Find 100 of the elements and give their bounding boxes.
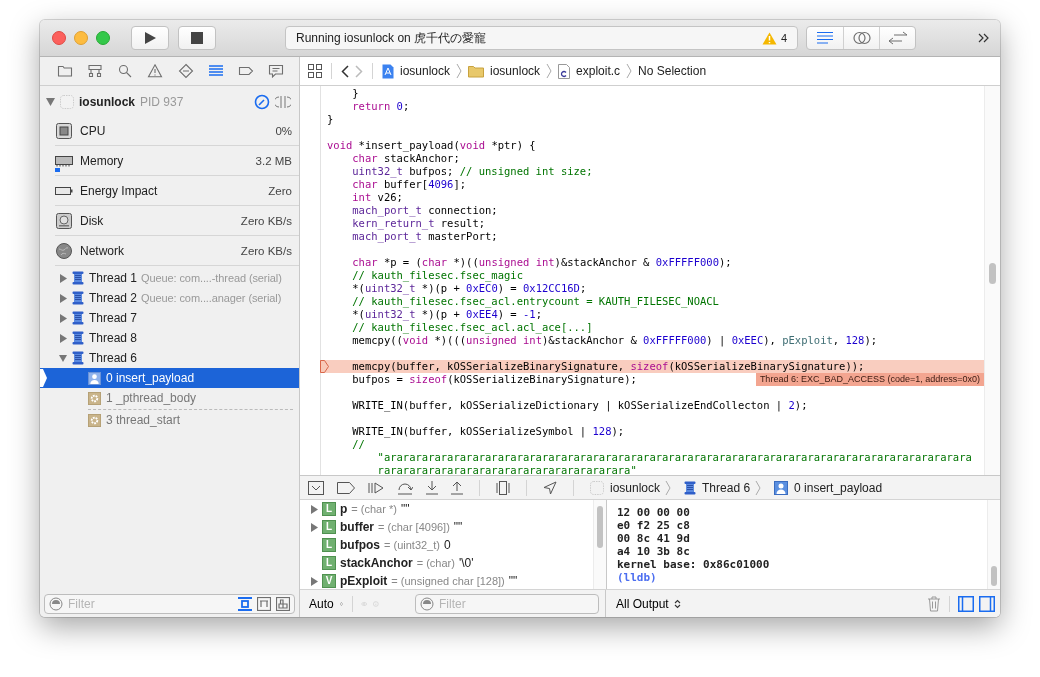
thread-label[interactable]: Thread 2 — [89, 291, 138, 305]
path-item[interactable]: iosunlock — [400, 64, 451, 78]
code-line: *(uint32_t *)(p + 0xEE4) = -1; — [351, 308, 542, 321]
filter-input[interactable]: Filter — [439, 596, 594, 611]
view-layers-icon[interactable] — [496, 480, 510, 495]
stop-button[interactable] — [178, 26, 216, 50]
disclosure-triangle[interactable] — [310, 522, 318, 532]
variable-type: = (uint32_t) — [384, 539, 440, 551]
app-icon — [590, 480, 604, 495]
gauge-value: Zero KB/s — [240, 244, 292, 257]
path-item[interactable]: 0 insert_payload — [794, 480, 883, 495]
zoom-button[interactable] — [96, 31, 110, 45]
variable-value: 0 — [443, 538, 451, 552]
frame-square-icon[interactable] — [238, 596, 252, 611]
path-item[interactable]: No Selection — [638, 64, 707, 78]
gauge-label[interactable]: Energy Impact — [80, 183, 262, 198]
thread-label[interactable]: Thread 8 — [89, 331, 138, 345]
scrollbar-thumb[interactable] — [597, 506, 603, 548]
disclosure-triangle[interactable] — [59, 353, 67, 363]
scope-popup[interactable]: Auto — [309, 596, 334, 611]
lines-icon — [816, 31, 834, 45]
location-icon[interactable] — [543, 480, 557, 495]
navigator-tab[interactable] — [267, 63, 284, 79]
disclosure-triangle[interactable] — [59, 293, 67, 303]
tree-icon[interactable] — [257, 596, 271, 611]
tag-icon[interactable] — [337, 481, 355, 494]
disclosure-triangle[interactable] — [59, 333, 67, 343]
navigator-tab[interactable] — [177, 63, 194, 79]
disclosure-triangle[interactable] — [59, 313, 67, 323]
navigator-tab[interactable] — [57, 63, 74, 79]
instruction-pointer-icon — [40, 369, 48, 387]
gauge-label[interactable]: Disk — [80, 213, 234, 228]
panel-toggle-icon[interactable] — [979, 595, 995, 612]
filter-icon — [49, 596, 63, 611]
navigator-tab[interactable] — [87, 63, 104, 79]
hierarchy-icon — [87, 63, 104, 79]
navigator-tab[interactable] — [117, 63, 134, 79]
step-over-icon[interactable] — [397, 480, 413, 495]
navigator-tab[interactable] — [207, 63, 224, 79]
gauge-label[interactable]: Memory — [80, 153, 249, 168]
path-item[interactable]: iosunlock — [490, 64, 541, 78]
thread-icon — [72, 311, 84, 325]
disclosure-triangle[interactable] — [59, 273, 67, 283]
selected-frame-row[interactable]: 0 insert_payload — [40, 368, 299, 388]
variable-name[interactable]: bufpos — [340, 538, 380, 552]
code-line: } — [327, 113, 334, 126]
code-line: char *p = (char *)((unsigned int)&stackAnchor & 0xFFFFF000); — [351, 256, 732, 269]
step-into-icon[interactable] — [426, 480, 438, 495]
stack-frame[interactable]: 3 thread_start — [106, 413, 181, 427]
gauge-icon[interactable] — [254, 94, 270, 110]
stack-frame[interactable]: 1 _pthread_body — [106, 391, 197, 405]
thread-queue: Queue: com....anager (serial) — [141, 292, 282, 304]
navigator-tab[interactable] — [147, 63, 164, 79]
swap-arrows-icon — [887, 31, 908, 45]
scrollbar-thumb[interactable] — [991, 566, 997, 586]
gauge-value: 0% — [275, 124, 292, 137]
filter-input[interactable]: Filter — [68, 596, 233, 611]
run-button[interactable] — [131, 26, 169, 50]
thread-label[interactable]: Thread 1 — [89, 271, 138, 285]
variable-name[interactable]: buffer — [340, 520, 374, 534]
console-output: a4 10 3b 8c — [617, 545, 691, 558]
hide-panel-icon[interactable] — [308, 480, 324, 495]
variable-name[interactable]: pExploit — [340, 574, 388, 588]
thread-label[interactable]: Thread 7 — [89, 311, 138, 325]
continue-icon[interactable] — [368, 481, 384, 494]
panel-toggle-icon[interactable] — [958, 595, 974, 612]
filter-field[interactable]: Filter — [44, 593, 295, 614]
variable-name[interactable]: p — [340, 502, 348, 516]
variable-value: "" — [508, 574, 518, 588]
close-button[interactable] — [52, 31, 66, 45]
grid-icon[interactable] — [276, 596, 290, 611]
path-item[interactable]: exploit.c — [576, 64, 621, 78]
gauge-label[interactable]: CPU — [80, 123, 269, 138]
back-icon[interactable] — [341, 64, 349, 78]
split-bars-icon[interactable] — [275, 95, 291, 109]
variable-type: = (char [4096]) — [378, 521, 450, 533]
output-popup[interactable]: All Output — [616, 596, 669, 611]
thread-icon — [72, 271, 84, 285]
disclosure-triangle[interactable] — [46, 98, 55, 106]
app-icon — [60, 95, 74, 109]
gauge-label[interactable]: Network — [80, 243, 234, 258]
thread-label[interactable]: Thread 6 — [89, 351, 138, 365]
path-item[interactable]: Thread 6 — [702, 480, 751, 495]
disclosure-triangle[interactable] — [310, 576, 318, 586]
path-item[interactable]: iosunlock — [610, 480, 661, 495]
filter-icon — [420, 596, 434, 611]
code-line: // kauth_filesec.fsec_magic — [351, 269, 523, 282]
error-annotation: Thread 6: EXC_BAD_ACCESS (code=1, address=0x0) — [755, 373, 984, 386]
overflow-chevron-icon[interactable] — [978, 33, 990, 43]
related-items-icon[interactable] — [308, 64, 322, 78]
c-file-icon — [558, 63, 571, 79]
scrollbar-thumb[interactable] — [989, 263, 996, 284]
filter-field[interactable]: Filter — [415, 593, 599, 614]
code-line: *(uint32_t *)(p + 0xEC0) = 0x12CC16D; — [351, 282, 587, 295]
disclosure-triangle[interactable] — [310, 504, 318, 514]
trash-icon[interactable] — [927, 595, 941, 612]
project-file-icon — [382, 63, 394, 79]
code-line: WRITE_IN(buffer, kOSSerializeDictionary | kOSSerializeEndCollecton | 2); — [351, 399, 808, 412]
variable-name[interactable]: stackAnchor — [340, 556, 413, 570]
step-out-icon[interactable] — [451, 480, 463, 495]
